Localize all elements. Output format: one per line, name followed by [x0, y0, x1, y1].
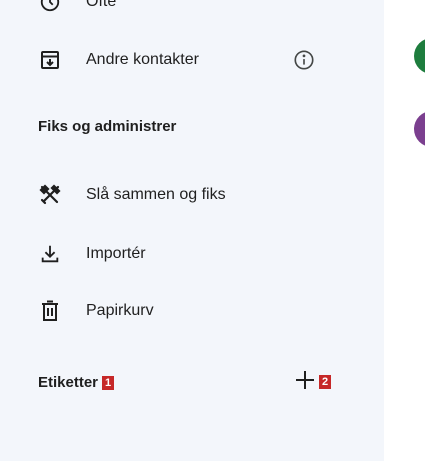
- avatar[interactable]: [414, 111, 425, 147]
- section-title-labels: Etiketter 1: [38, 374, 115, 391]
- sidebar-item-other-contacts[interactable]: Andre kontakter: [0, 40, 384, 80]
- tools-icon: [38, 183, 62, 207]
- labels-badge: 1: [102, 376, 115, 391]
- labels-title: Etiketter: [38, 374, 99, 391]
- add-label-button[interactable]: 2: [295, 370, 332, 395]
- sidebar-item-label: Ofte: [86, 0, 117, 10]
- sidebar-item-label: Papirkurv: [86, 302, 154, 319]
- main-content: [384, 0, 425, 461]
- archive-download-icon: [38, 48, 62, 72]
- sidebar-item-merge-fix[interactable]: Slå sammen og fiks: [0, 175, 384, 215]
- trash-icon: [38, 299, 62, 323]
- sidebar-item-frequent[interactable]: Ofte: [0, 0, 384, 22]
- add-label-badge: 2: [319, 375, 332, 389]
- avatar[interactable]: [414, 38, 425, 74]
- plus-icon: [295, 370, 315, 395]
- history-icon: [38, 0, 62, 14]
- sidebar-item-label: Slå sammen og fiks: [86, 186, 226, 203]
- sidebar: Ofte Andre kontakter Fiks og administrer: [0, 0, 384, 461]
- info-icon[interactable]: [292, 48, 316, 72]
- download-icon: [38, 242, 62, 266]
- section-title-fix-manage: Fiks og administrer: [38, 118, 177, 135]
- sidebar-item-label: Andre kontakter: [86, 51, 199, 68]
- sidebar-item-label: Importér: [86, 245, 146, 262]
- sidebar-item-import[interactable]: Importér: [0, 234, 384, 274]
- sidebar-item-trash[interactable]: Papirkurv: [0, 291, 384, 331]
